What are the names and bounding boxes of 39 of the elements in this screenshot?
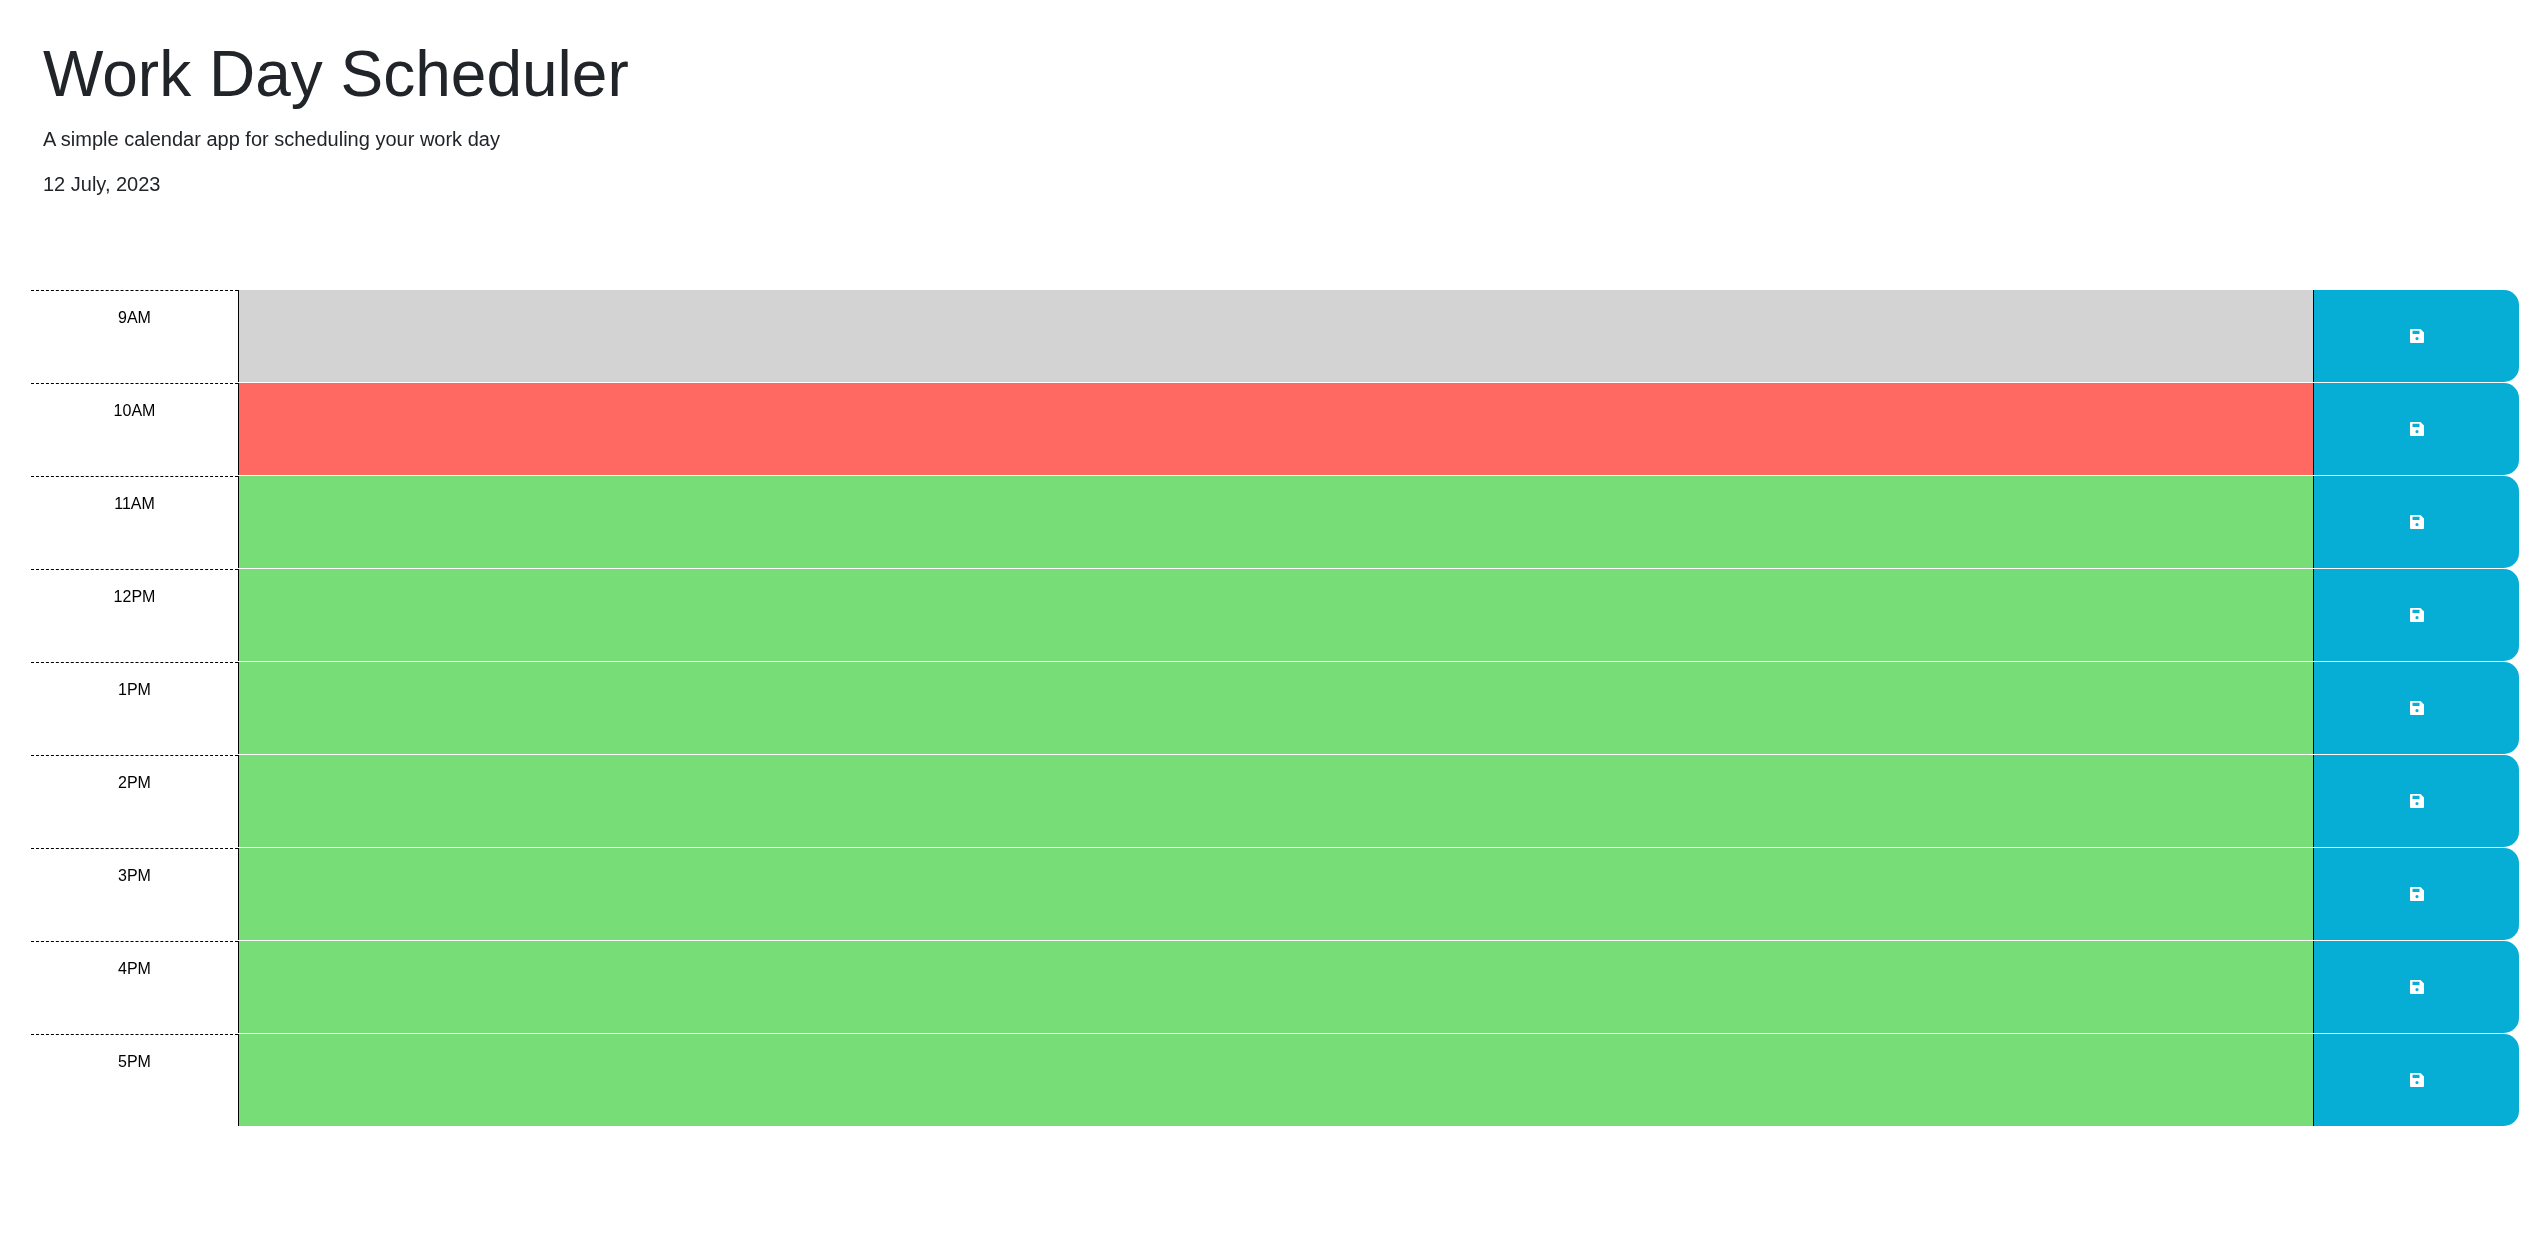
save-button[interactable] — [2313, 755, 2519, 847]
save-button[interactable] — [2313, 848, 2519, 940]
event-input-field[interactable] — [238, 941, 2313, 1033]
hour-label: 1PM — [118, 681, 151, 698]
event-input-field[interactable] — [238, 290, 2313, 382]
save-icon — [2409, 794, 2424, 808]
save-icon — [2409, 422, 2424, 436]
hour-label: 9AM — [118, 309, 151, 326]
hour-label: 5PM — [118, 1053, 151, 1070]
save-icon — [2409, 701, 2424, 715]
event-input-field[interactable] — [238, 848, 2313, 940]
save-button[interactable] — [2313, 1034, 2519, 1126]
event-input-field[interactable] — [238, 383, 2313, 475]
save-icon — [2409, 515, 2424, 529]
event-input-field[interactable] — [238, 476, 2313, 568]
hour-label: 10AM — [113, 402, 156, 419]
event-input-field[interactable] — [238, 569, 2313, 661]
hour-label: 12PM — [113, 588, 156, 605]
save-button[interactable] — [2313, 290, 2519, 382]
hour-label: 2PM — [118, 774, 151, 791]
save-icon — [2409, 887, 2424, 901]
save-button[interactable] — [2313, 569, 2519, 661]
hour-label: 11AM — [114, 495, 155, 512]
current-date: 12 July, 2023 — [43, 171, 161, 197]
event-input-field[interactable] — [238, 662, 2313, 754]
event-input-field[interactable] — [238, 1034, 2313, 1126]
page-title: Work Day Scheduler — [43, 37, 629, 112]
save-button[interactable] — [2313, 941, 2519, 1033]
save-button[interactable] — [2313, 476, 2519, 568]
save-button[interactable] — [2313, 383, 2519, 475]
save-icon — [2409, 980, 2424, 994]
save-icon — [2409, 1073, 2424, 1087]
page-subtitle: A simple calendar app for scheduling your work day — [43, 126, 500, 152]
hour-label: 4PM — [118, 960, 151, 977]
hour-label: 3PM — [118, 867, 151, 884]
event-input-field[interactable] — [238, 755, 2313, 847]
save-icon — [2409, 608, 2424, 622]
save-icon — [2409, 329, 2424, 343]
save-button[interactable] — [2313, 662, 2519, 754]
